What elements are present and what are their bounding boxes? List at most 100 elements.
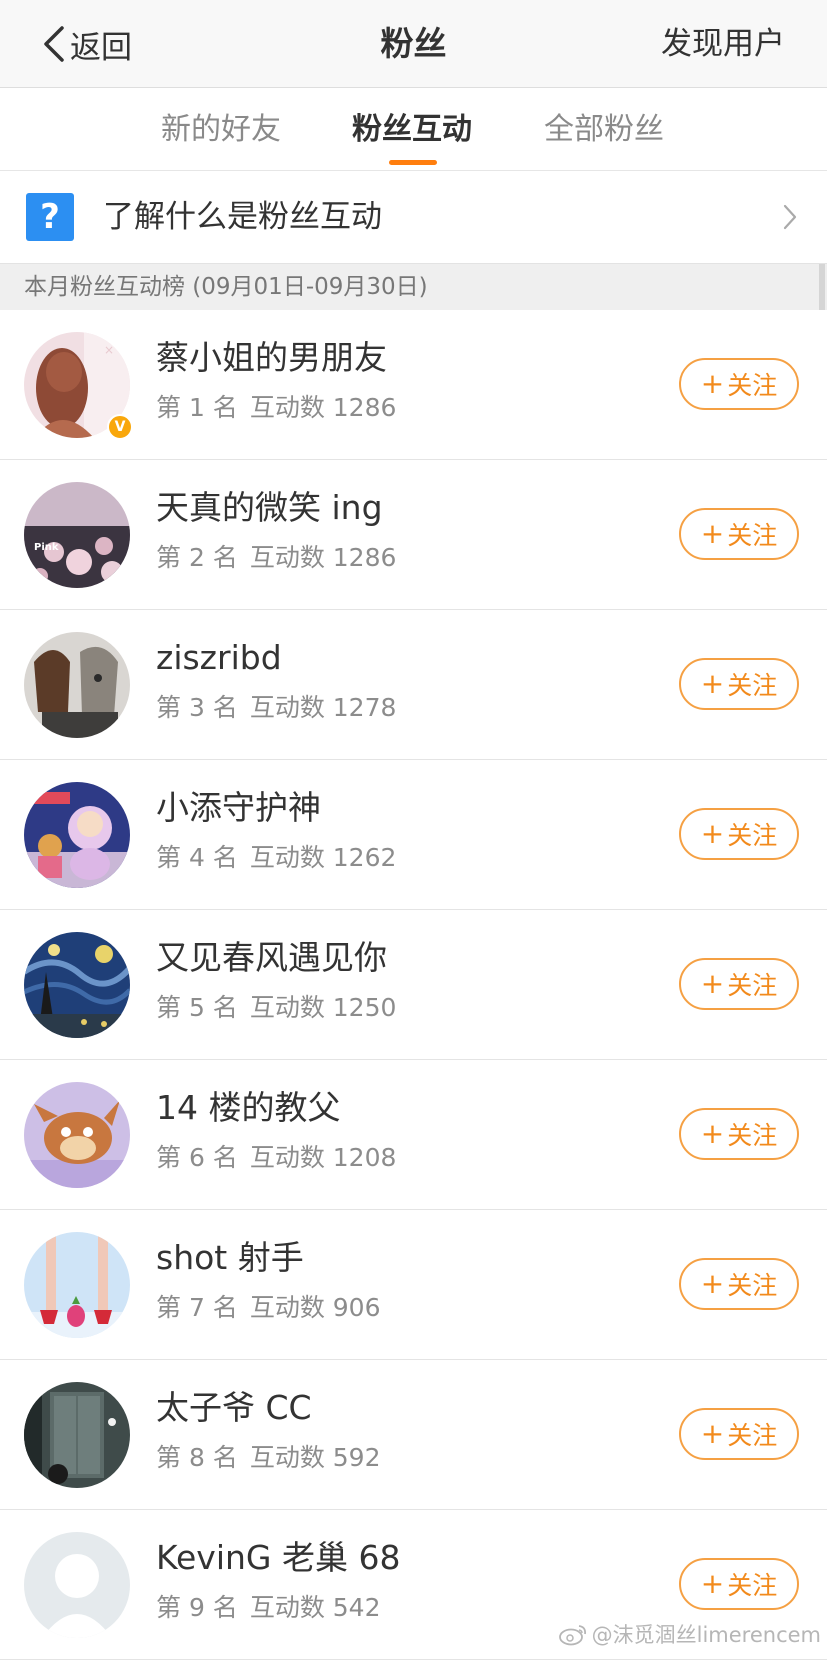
back-button[interactable]: 返回: [40, 22, 132, 66]
avatar-image: Pink: [24, 482, 130, 588]
ranking-section-header: 本月粉丝互动榜 (09月01日-09月30日): [0, 264, 827, 310]
plus-icon: +: [700, 667, 725, 700]
follow-label: 关注: [727, 971, 778, 1000]
avatar-image: [24, 632, 130, 738]
fan-stats: 第 7 名互动数 906: [156, 1292, 380, 1324]
fan-rank: 第 3 名: [156, 693, 238, 722]
avatar[interactable]: [24, 632, 130, 738]
fan-rank: 第 7 名: [156, 1293, 238, 1322]
list-item: 太子爷 CC 第 8 名互动数 592 + 关注: [0, 1360, 827, 1510]
fan-name[interactable]: shot 射手: [156, 1236, 304, 1280]
fan-stats: 第 2 名互动数 1286: [156, 542, 396, 574]
list-item: ziszribd 第 3 名互动数 1278 + 关注: [0, 610, 827, 760]
avatar[interactable]: [24, 932, 130, 1038]
tab-fan-interaction[interactable]: 粉丝互动: [352, 110, 472, 150]
list-item: 14 楼的教父 第 6 名互动数 1208 + 关注: [0, 1060, 827, 1210]
fan-interaction-count: 互动数 592: [249, 1443, 381, 1472]
fan-ranking-list: × V 蔡小姐的男朋友 第 1 名互动数 1286 +关注 Pink 天真的微: [0, 310, 827, 1660]
plus-icon: +: [700, 367, 725, 400]
plus-icon: +: [700, 1117, 725, 1150]
fan-rank: 第 1 名: [156, 393, 238, 422]
list-item: × V 蔡小姐的男朋友 第 1 名互动数 1286 + 关注: [0, 310, 827, 460]
fan-rank: 第 9 名: [156, 1593, 238, 1622]
avatar[interactable]: [24, 1382, 130, 1488]
scrollbar[interactable]: [819, 264, 825, 310]
list-item: 又见春风遇见你 第 5 名互动数 1250 + 关注: [0, 910, 827, 1060]
follow-button[interactable]: + 关注: [679, 1408, 799, 1460]
fan-rank: 第 6 名: [156, 1143, 238, 1172]
avatar[interactable]: [24, 1232, 130, 1338]
follow-button[interactable]: + 关注: [679, 958, 799, 1010]
avatar-image: [24, 1232, 130, 1338]
fan-interaction-count: 互动数 906: [249, 1293, 381, 1322]
follow-button[interactable]: + 关注: [679, 658, 799, 710]
fan-interaction-count: 互动数 1286: [249, 543, 397, 572]
fan-name[interactable]: 小添守护神: [156, 786, 321, 830]
watermark: @沫觅涸丝limerencem: [558, 1619, 821, 1649]
follow-button[interactable]: + 关注: [679, 358, 799, 410]
fan-stats: 第 3 名互动数 1278: [156, 692, 396, 724]
avatar[interactable]: [24, 1082, 130, 1188]
help-row-label: 了解什么是粉丝互动: [103, 199, 382, 235]
fan-name[interactable]: ziszribd: [156, 636, 282, 680]
follow-button[interactable]: + 关注: [679, 808, 799, 860]
avatar-image: [24, 1382, 130, 1488]
discover-users-button[interactable]: 发现用户: [661, 22, 785, 66]
fan-interaction-count: 互动数 1278: [249, 693, 397, 722]
active-tab-indicator: [389, 160, 437, 165]
fan-stats: 第 6 名互动数 1208: [156, 1142, 396, 1174]
fan-stats: 第 8 名互动数 592: [156, 1442, 380, 1474]
avatar[interactable]: [24, 1532, 130, 1638]
fan-name[interactable]: 天真的微笑 ing: [156, 486, 383, 530]
fan-rank: 第 8 名: [156, 1443, 238, 1472]
ranking-section-title: 本月粉丝互动榜 (09月01日-09月30日): [24, 274, 428, 300]
watermark-text: @沫觅涸丝limerencem: [591, 1623, 821, 1647]
fan-interaction-help-row[interactable]: ? 了解什么是粉丝互动: [0, 171, 827, 264]
svg-text:×: ×: [104, 343, 114, 357]
follow-label: 关注: [727, 671, 778, 700]
plus-icon: +: [700, 1267, 725, 1300]
follow-button[interactable]: + 关注: [679, 1558, 799, 1610]
follow-button[interactable]: + 关注: [679, 508, 799, 560]
fan-interaction-count: 互动数 542: [249, 1593, 381, 1622]
plus-icon: +: [700, 1567, 725, 1600]
fan-name[interactable]: 太子爷 CC: [156, 1386, 312, 1430]
fan-name[interactable]: 14 楼的教父: [156, 1086, 340, 1130]
tab-new-friends[interactable]: 新的好友: [161, 110, 281, 150]
fan-interaction-count: 互动数 1208: [249, 1143, 397, 1172]
avatar[interactable]: [24, 782, 130, 888]
fan-name[interactable]: 又见春风遇见你: [156, 936, 387, 980]
fan-rank: 第 2 名: [156, 543, 238, 572]
follow-label: 关注: [727, 821, 778, 850]
follow-label: 关注: [727, 1271, 778, 1300]
follow-label: 关注: [727, 371, 778, 400]
fan-name[interactable]: 蔡小姐的男朋友: [156, 336, 387, 380]
plus-icon: +: [700, 517, 725, 550]
follow-label: 关注: [727, 521, 778, 550]
avatar-text: Pink: [34, 542, 59, 553]
avatar-image: [24, 932, 130, 1038]
fan-stats: 第 5 名互动数 1250: [156, 992, 396, 1024]
avatar[interactable]: Pink: [24, 482, 130, 588]
question-icon: ?: [26, 193, 74, 241]
avatar-image: [24, 1082, 130, 1188]
list-item: Pink 天真的微笑 ing 第 2 名互动数 1286 + 关注: [0, 460, 827, 610]
chevron-left-icon: [44, 26, 64, 62]
avatar-image: [24, 782, 130, 888]
follow-label: 关注: [727, 1121, 778, 1150]
list-item: shot 射手 第 7 名互动数 906 + 关注: [0, 1210, 827, 1360]
follow-button[interactable]: + 关注: [679, 1108, 799, 1160]
fan-interaction-count: 互动数 1286: [249, 393, 397, 422]
follow-button[interactable]: + 关注: [679, 1258, 799, 1310]
fan-stats: 第 9 名互动数 542: [156, 1592, 380, 1624]
chevron-right-icon: [783, 204, 797, 230]
fan-interaction-count: 互动数 1262: [249, 843, 397, 872]
weibo-logo-icon: [558, 1625, 586, 1646]
verified-badge-icon: V: [107, 414, 133, 440]
fan-interaction-count: 互动数 1250: [249, 993, 397, 1022]
fan-name[interactable]: KevinG 老巢 68: [156, 1536, 400, 1580]
tab-all-fans[interactable]: 全部粉丝: [544, 110, 664, 150]
fan-stats: 第 1 名互动数 1286: [156, 392, 396, 424]
avatar-image: [24, 1532, 130, 1638]
nav-bar: 返回 粉丝 发现用户: [0, 0, 827, 88]
